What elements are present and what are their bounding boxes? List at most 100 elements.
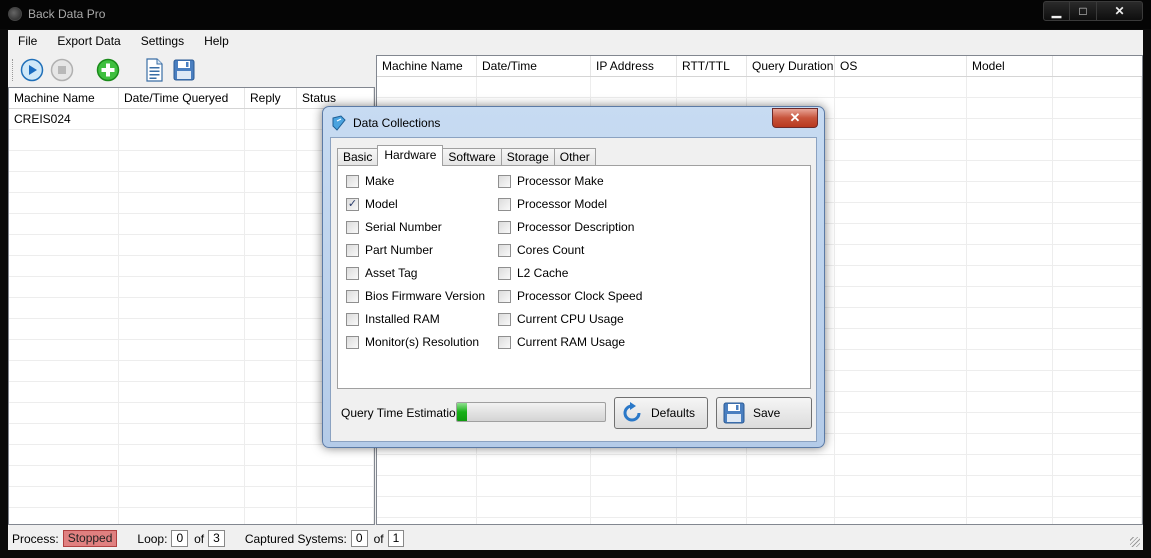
table-row[interactable] [9, 319, 374, 340]
table-row[interactable] [9, 235, 374, 256]
checkbox[interactable] [498, 289, 511, 303]
option-processor-model[interactable]: Processor Model [498, 197, 607, 211]
menu-help[interactable]: Help [194, 30, 239, 52]
option-current-cpu-usage[interactable]: Current CPU Usage [498, 312, 624, 326]
checkbox[interactable] [346, 243, 359, 257]
table-cell [245, 130, 297, 150]
checkbox[interactable] [498, 197, 511, 211]
checkbox[interactable] [346, 312, 359, 326]
toolbar-grip[interactable] [12, 58, 15, 81]
loop-total-value: 3 [208, 530, 225, 547]
table-row[interactable] [9, 214, 374, 235]
minimize-button[interactable]: ▁ [1043, 1, 1070, 21]
table-row[interactable] [377, 476, 1142, 497]
save-button[interactable]: Save [716, 397, 812, 429]
option-processor-description[interactable]: Processor Description [498, 220, 634, 234]
save-toolbar-button[interactable] [171, 57, 197, 83]
table-row[interactable] [9, 151, 374, 172]
checkbox[interactable]: ✓ [346, 197, 359, 211]
column-header-query-duration[interactable]: Query Duration [747, 56, 835, 76]
checkbox[interactable] [346, 174, 359, 188]
checkbox[interactable] [498, 174, 511, 188]
option-asset-tag[interactable]: Asset Tag [346, 266, 417, 280]
table-row[interactable] [9, 466, 374, 487]
column-header-machine-name[interactable]: Machine Name [9, 88, 119, 108]
queue-grid[interactable]: Machine Name Date/Time Queryed Reply Sta… [8, 87, 375, 525]
option-l2-cache[interactable]: L2 Cache [498, 266, 568, 280]
checkbox[interactable] [346, 289, 359, 303]
tab-other[interactable]: Other [553, 148, 596, 166]
option-processor-clock-speed[interactable]: Processor Clock Speed [498, 289, 642, 303]
table-row[interactable] [377, 77, 1142, 98]
add-button[interactable] [95, 57, 121, 83]
table-row[interactable] [377, 518, 1142, 524]
table-row[interactable] [9, 277, 374, 298]
table-row[interactable] [9, 487, 374, 508]
tab-basic[interactable]: Basic [337, 148, 379, 166]
table-row[interactable] [9, 130, 374, 151]
table-row[interactable] [9, 445, 374, 466]
checkbox[interactable] [498, 312, 511, 326]
column-header-reply[interactable]: Reply [245, 88, 297, 108]
dialog-close-button[interactable]: ✕ [772, 108, 818, 128]
title-bar[interactable]: Back Data Pro ▁ □ ✕ [0, 0, 1151, 29]
defaults-button[interactable]: Defaults [614, 397, 708, 429]
option-cores-count[interactable]: Cores Count [498, 243, 584, 257]
table-row[interactable] [9, 361, 374, 382]
maximize-button[interactable]: □ [1070, 1, 1097, 21]
table-row[interactable] [9, 403, 374, 424]
checkbox[interactable] [498, 220, 511, 234]
checkbox[interactable] [346, 335, 359, 349]
tab-software[interactable]: Software [442, 148, 502, 166]
option-current-ram-usage[interactable]: Current RAM Usage [498, 335, 625, 349]
checkbox[interactable] [498, 243, 511, 257]
column-header-machine-name[interactable]: Machine Name [377, 56, 477, 76]
table-row[interactable] [9, 508, 374, 524]
table-row[interactable] [9, 193, 374, 214]
menu-export-data[interactable]: Export Data [47, 30, 130, 52]
checkbox[interactable] [346, 266, 359, 280]
option-make[interactable]: Make [346, 174, 394, 188]
table-cell [835, 266, 967, 286]
option-monitor-s-resolution[interactable]: Monitor(s) Resolution [346, 335, 479, 349]
resize-grip[interactable] [1130, 537, 1140, 547]
report-button[interactable] [141, 57, 167, 83]
table-row[interactable] [9, 172, 374, 193]
table-row[interactable] [9, 424, 374, 445]
menu-settings[interactable]: Settings [131, 30, 194, 52]
column-header-status[interactable]: Status [297, 88, 374, 108]
maximize-icon: □ [1079, 4, 1087, 18]
option-part-number[interactable]: Part Number [346, 243, 433, 257]
column-header-os[interactable]: OS [835, 56, 967, 76]
table-row[interactable] [9, 256, 374, 277]
checkbox[interactable] [346, 220, 359, 234]
option-serial-number[interactable]: Serial Number [346, 220, 442, 234]
column-header-model[interactable]: Model [967, 56, 1053, 76]
checkbox[interactable] [498, 266, 511, 280]
start-button[interactable] [19, 57, 45, 83]
tab-hardware[interactable]: Hardware [377, 145, 444, 166]
menu-file[interactable]: File [8, 30, 47, 52]
table-row[interactable]: CREIS024 [9, 109, 374, 130]
column-header-rtt-ttl[interactable]: RTT/TTL [677, 56, 747, 76]
tab-storage[interactable]: Storage [500, 148, 555, 166]
table-row[interactable] [9, 382, 374, 403]
column-header-ip-address[interactable]: IP Address [591, 56, 677, 76]
dialog-title: Data Collections [353, 116, 441, 130]
column-header-date-time-queryed[interactable]: Date/Time Queryed [119, 88, 245, 108]
table-row[interactable] [9, 298, 374, 319]
checkbox[interactable] [498, 335, 511, 349]
option-installed-ram[interactable]: Installed RAM [346, 312, 440, 326]
table-row[interactable] [9, 340, 374, 361]
table-cell [1053, 476, 1142, 496]
table-row[interactable] [377, 497, 1142, 518]
table-row[interactable] [377, 455, 1142, 476]
dialog-title-bar[interactable]: Data Collections [331, 113, 440, 133]
stop-button[interactable] [49, 57, 75, 83]
window-title: Back Data Pro [28, 7, 106, 21]
close-button[interactable]: ✕ [1097, 1, 1143, 21]
option-model[interactable]: ✓ Model [346, 197, 398, 211]
column-header-date-time[interactable]: Date/Time [477, 56, 591, 76]
option-bios-firmware-version[interactable]: Bios Firmware Version [346, 289, 485, 303]
option-processor-make[interactable]: Processor Make [498, 174, 604, 188]
